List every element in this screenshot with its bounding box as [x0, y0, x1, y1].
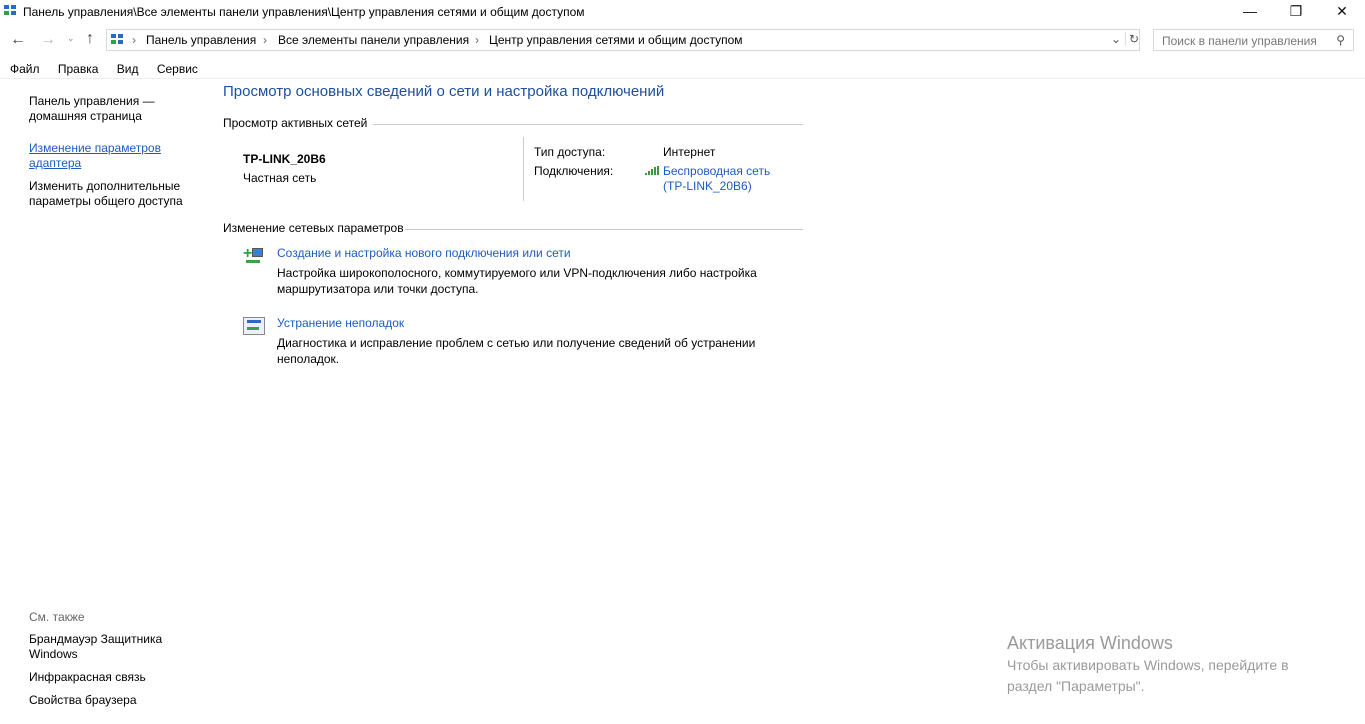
sidebar-home-link[interactable]: Панель управления — домашняя страница — [29, 94, 179, 124]
page-title: Просмотр основных сведений о сети и наст… — [223, 83, 665, 100]
wireless-connection-link[interactable]: Беспроводная сеть (TP-LINK_20B6) — [663, 164, 770, 194]
menu-tools[interactable]: Сервис — [157, 62, 198, 76]
see-also-browser-link[interactable]: Свойства браузера — [29, 693, 137, 707]
breadcrumb-control-panel[interactable]: Панель управления — [146, 33, 256, 47]
connection-name: Беспроводная сеть — [663, 164, 771, 178]
search-placeholder: Поиск в панели управления — [1162, 34, 1317, 48]
menu-edit[interactable]: Правка — [58, 62, 99, 76]
menu-file[interactable]: Файл — [10, 62, 40, 76]
new-connection-desc-1: Настройка широкополосного, коммутируемог… — [277, 266, 757, 280]
close-button[interactable]: ✕ — [1319, 0, 1365, 24]
see-also-heading: См. также — [29, 610, 85, 624]
address-bar[interactable]: › Панель управления › Все элементы панел… — [106, 29, 1140, 51]
sidebar-adapter-settings-link[interactable]: Изменение параметров адаптера — [29, 141, 179, 171]
see-also-firewall-link[interactable]: Брандмауэр Защитника Windows — [29, 632, 179, 662]
minimize-button[interactable]: — — [1227, 0, 1273, 24]
new-connection-link[interactable]: Создание и настройка нового подключения … — [277, 246, 571, 260]
sidebar-sharing-settings-link[interactable]: Изменить дополнительные параметры общего… — [29, 179, 199, 209]
access-type-label: Тип доступа: — [534, 145, 606, 159]
menu-view[interactable]: Вид — [117, 62, 139, 76]
address-dropdown-icon[interactable]: ⌄ — [1111, 32, 1121, 46]
connections-label: Подключения: — [534, 164, 614, 178]
active-networks-heading: Просмотр активных сетей — [223, 116, 368, 130]
new-connection-icon: + — [243, 245, 265, 267]
change-settings-heading: Изменение сетевых параметров — [223, 221, 404, 235]
troubleshoot-link[interactable]: Устранение неполадок — [277, 316, 404, 330]
network-center-icon — [4, 5, 18, 17]
network-type-link[interactable]: Частная сеть — [243, 171, 316, 185]
activation-watermark-line2: раздел "Параметры". — [1007, 678, 1145, 694]
search-icon: ⚲ — [1336, 33, 1345, 47]
troubleshoot-icon — [243, 317, 265, 335]
access-type-value: Интернет — [663, 145, 716, 159]
breadcrumb-network-center[interactable]: Центр управления сетями и общим доступом — [489, 33, 743, 47]
wifi-signal-icon — [645, 166, 660, 175]
up-button[interactable]: ↑ — [86, 30, 94, 48]
forward-button[interactable]: → — [40, 31, 56, 49]
connection-ssid: (TP-LINK_20B6) — [663, 179, 752, 193]
troubleshoot-desc-2: неполадок. — [277, 352, 340, 366]
search-input[interactable]: Поиск в панели управления ⚲ — [1153, 29, 1354, 51]
see-also-infrared-link[interactable]: Инфракрасная связь — [29, 670, 146, 684]
new-connection-desc-2: маршрутизатора или точки доступа. — [277, 282, 479, 296]
breadcrumb-all-items[interactable]: Все элементы панели управления — [278, 33, 469, 47]
network-center-icon — [111, 34, 125, 46]
title-bar: Панель управления\Все элементы панели уп… — [0, 0, 1365, 24]
activation-watermark-line1: Чтобы активировать Windows, перейдите в — [1007, 657, 1289, 673]
back-button[interactable]: ← — [10, 31, 26, 49]
menu-bar: Файл Правка Вид Сервис — [10, 62, 213, 76]
troubleshoot-desc-1: Диагностика и исправление проблем с сеть… — [277, 336, 756, 350]
restore-button[interactable]: ❐ — [1273, 0, 1319, 24]
refresh-icon[interactable]: ↻ — [1125, 32, 1139, 46]
recent-dropdown-button[interactable]: ⌄ — [67, 33, 75, 44]
window-title: Панель управления\Все элементы панели уп… — [23, 5, 585, 19]
activation-watermark-title: Активация Windows — [1007, 633, 1173, 653]
network-name: TP-LINK_20B6 — [243, 152, 326, 166]
